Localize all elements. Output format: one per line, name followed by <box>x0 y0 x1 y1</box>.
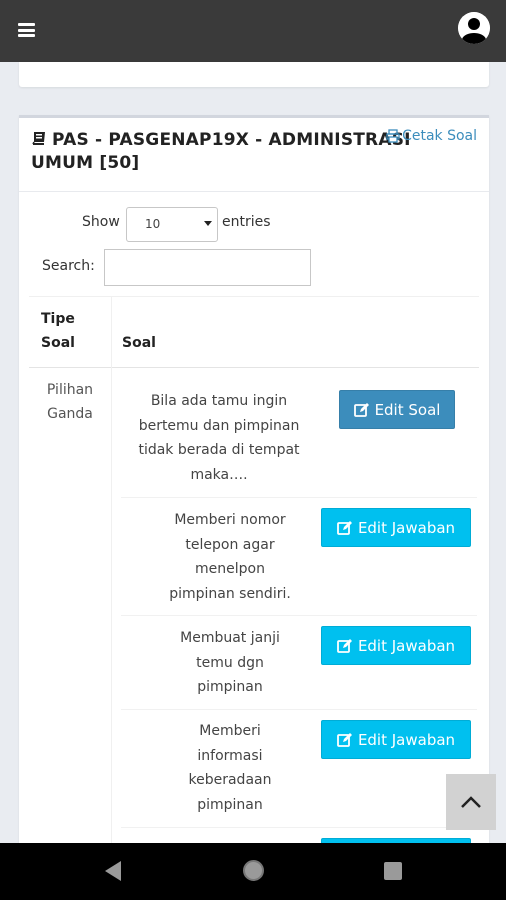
table-viewport: Tipe Soal Soal Pilihan Ganda Bila ada ta… <box>19 115 489 855</box>
edit-jawaban-label: Edit Jawaban <box>357 730 456 749</box>
table-row: Bila ada tamu ingin bertemu dan pimpinan… <box>121 380 477 498</box>
question-text: Bila ada tamu ingin bertemu dan pimpinan… <box>138 393 300 483</box>
user-avatar-icon[interactable] <box>458 12 490 44</box>
edit-jawaban-button[interactable]: Edit Jawaban <box>321 508 471 547</box>
chevron-up-icon <box>461 796 481 808</box>
answer-text: Memberi nomor telepon agar menelpon pimp… <box>169 512 291 602</box>
soal-table: Tipe Soal Soal Pilihan Ganda Bila ada ta… <box>29 296 479 855</box>
home-circle-icon[interactable] <box>243 860 264 881</box>
scroll-to-top-button[interactable] <box>446 774 496 830</box>
edit-icon <box>337 638 352 653</box>
edit-icon <box>337 732 352 747</box>
edit-jawaban-button[interactable]: Edit Jawaban <box>321 720 471 759</box>
top-app-bar <box>0 0 506 62</box>
answer-text: Membuat janji temu dgn pimpinan <box>180 630 280 695</box>
table-row: Membuat janji temu dgn pimpinan Edit Jaw… <box>121 616 477 710</box>
recent-apps-icon[interactable] <box>384 862 402 880</box>
hamburger-icon[interactable] <box>18 23 35 37</box>
th-tipe-soal[interactable]: Tipe Soal <box>41 307 101 355</box>
back-triangle-icon[interactable] <box>103 860 123 882</box>
tipe-soal-cell: Pilihan Ganda <box>46 382 94 422</box>
edit-jawaban-button[interactable]: Edit Jawaban <box>321 626 471 665</box>
edit-soal-label: Edit Soal <box>374 400 441 419</box>
column-divider <box>111 296 112 855</box>
th-soal[interactable]: Soal <box>122 331 156 355</box>
answer-text: Memberi informasi keberadaan pimpinan <box>188 723 272 813</box>
edit-icon <box>353 402 369 417</box>
table-row: Memberi informasi keberadaan pimpinan Ed… <box>121 710 477 828</box>
edit-soal-button[interactable]: Edit Soal <box>339 390 455 429</box>
edit-jawaban-label: Edit Jawaban <box>357 636 456 655</box>
table-header: Tipe Soal Soal <box>29 296 479 368</box>
edit-icon <box>337 520 352 535</box>
table-row: Memberi nomor telepon agar menelpon pimp… <box>121 498 477 616</box>
edit-jawaban-label: Edit Jawaban <box>357 518 456 537</box>
previous-card <box>19 62 489 87</box>
